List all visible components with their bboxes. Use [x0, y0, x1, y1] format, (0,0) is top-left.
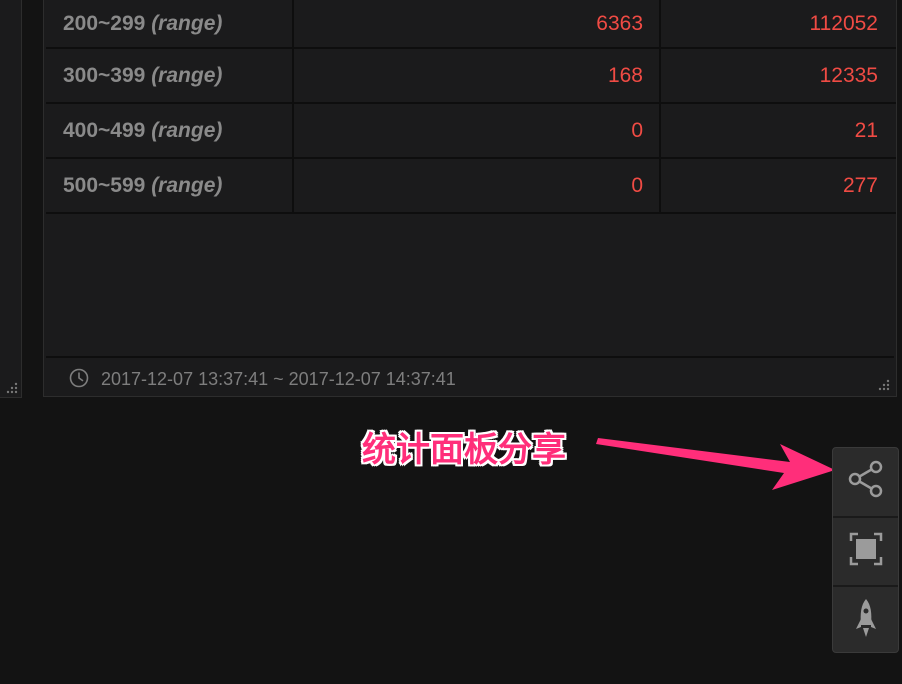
- value-cell: 21: [660, 103, 896, 159]
- resize-handle-icon[interactable]: [878, 379, 890, 391]
- range-value: 300~399: [63, 63, 146, 87]
- clock-icon: [69, 368, 89, 388]
- value-cell: 112052: [660, 0, 896, 49]
- value-cell: 0: [293, 103, 661, 159]
- value-cell: 168: [293, 48, 661, 104]
- dashboard-page: 200~299 (range) 6363 112052 300~399 (ran…: [0, 0, 902, 684]
- share-icon: [847, 459, 885, 504]
- value-cell: 6363: [293, 0, 661, 49]
- value-cell: 0: [293, 158, 661, 214]
- annotation-label: 统计面板分享: [362, 430, 566, 470]
- range-hint: (range): [151, 173, 223, 197]
- range-hint: (range): [151, 118, 223, 142]
- range-label-cell: 500~599 (range): [46, 158, 294, 214]
- range-label-cell: 200~299 (range): [46, 0, 294, 49]
- status-code-panel: 200~299 (range) 6363 112052 300~399 (ran…: [43, 0, 897, 397]
- table-row: 300~399 (range) 168 12335: [46, 48, 896, 104]
- table-row: 200~299 (range) 6363 112052: [46, 0, 896, 49]
- time-range-text: 2017-12-07 13:37:41 ~ 2017-12-07 14:37:4…: [101, 369, 456, 389]
- panel-footer: 2017-12-07 13:37:41 ~ 2017-12-07 14:37:4…: [46, 356, 894, 396]
- left-panel: [0, 0, 22, 398]
- range-value: 500~599: [63, 173, 146, 197]
- status-code-table: 200~299 (range) 6363 112052 300~399 (ran…: [46, 0, 896, 214]
- table-row: 400~499 (range) 0 21: [46, 103, 896, 159]
- range-label-cell: 400~499 (range): [46, 103, 294, 159]
- value-cell: 277: [660, 158, 896, 214]
- table-row: 500~599 (range) 0 277: [46, 158, 896, 214]
- range-label-cell: 300~399 (range): [46, 48, 294, 104]
- floating-toolbar: [832, 447, 899, 653]
- range-value: 200~299: [63, 11, 146, 35]
- range-hint: (range): [151, 11, 223, 35]
- share-button[interactable]: [833, 448, 898, 515]
- range-hint: (range): [151, 63, 223, 87]
- rocket-icon: [854, 597, 878, 644]
- value-cell: 12335: [660, 48, 896, 104]
- fullscreen-icon: [849, 532, 883, 571]
- fullscreen-button[interactable]: [833, 518, 898, 585]
- annotation-arrow-icon: [596, 438, 835, 490]
- rocket-button[interactable]: [833, 587, 898, 654]
- resize-handle-icon[interactable]: [6, 382, 18, 394]
- range-value: 400~499: [63, 118, 146, 142]
